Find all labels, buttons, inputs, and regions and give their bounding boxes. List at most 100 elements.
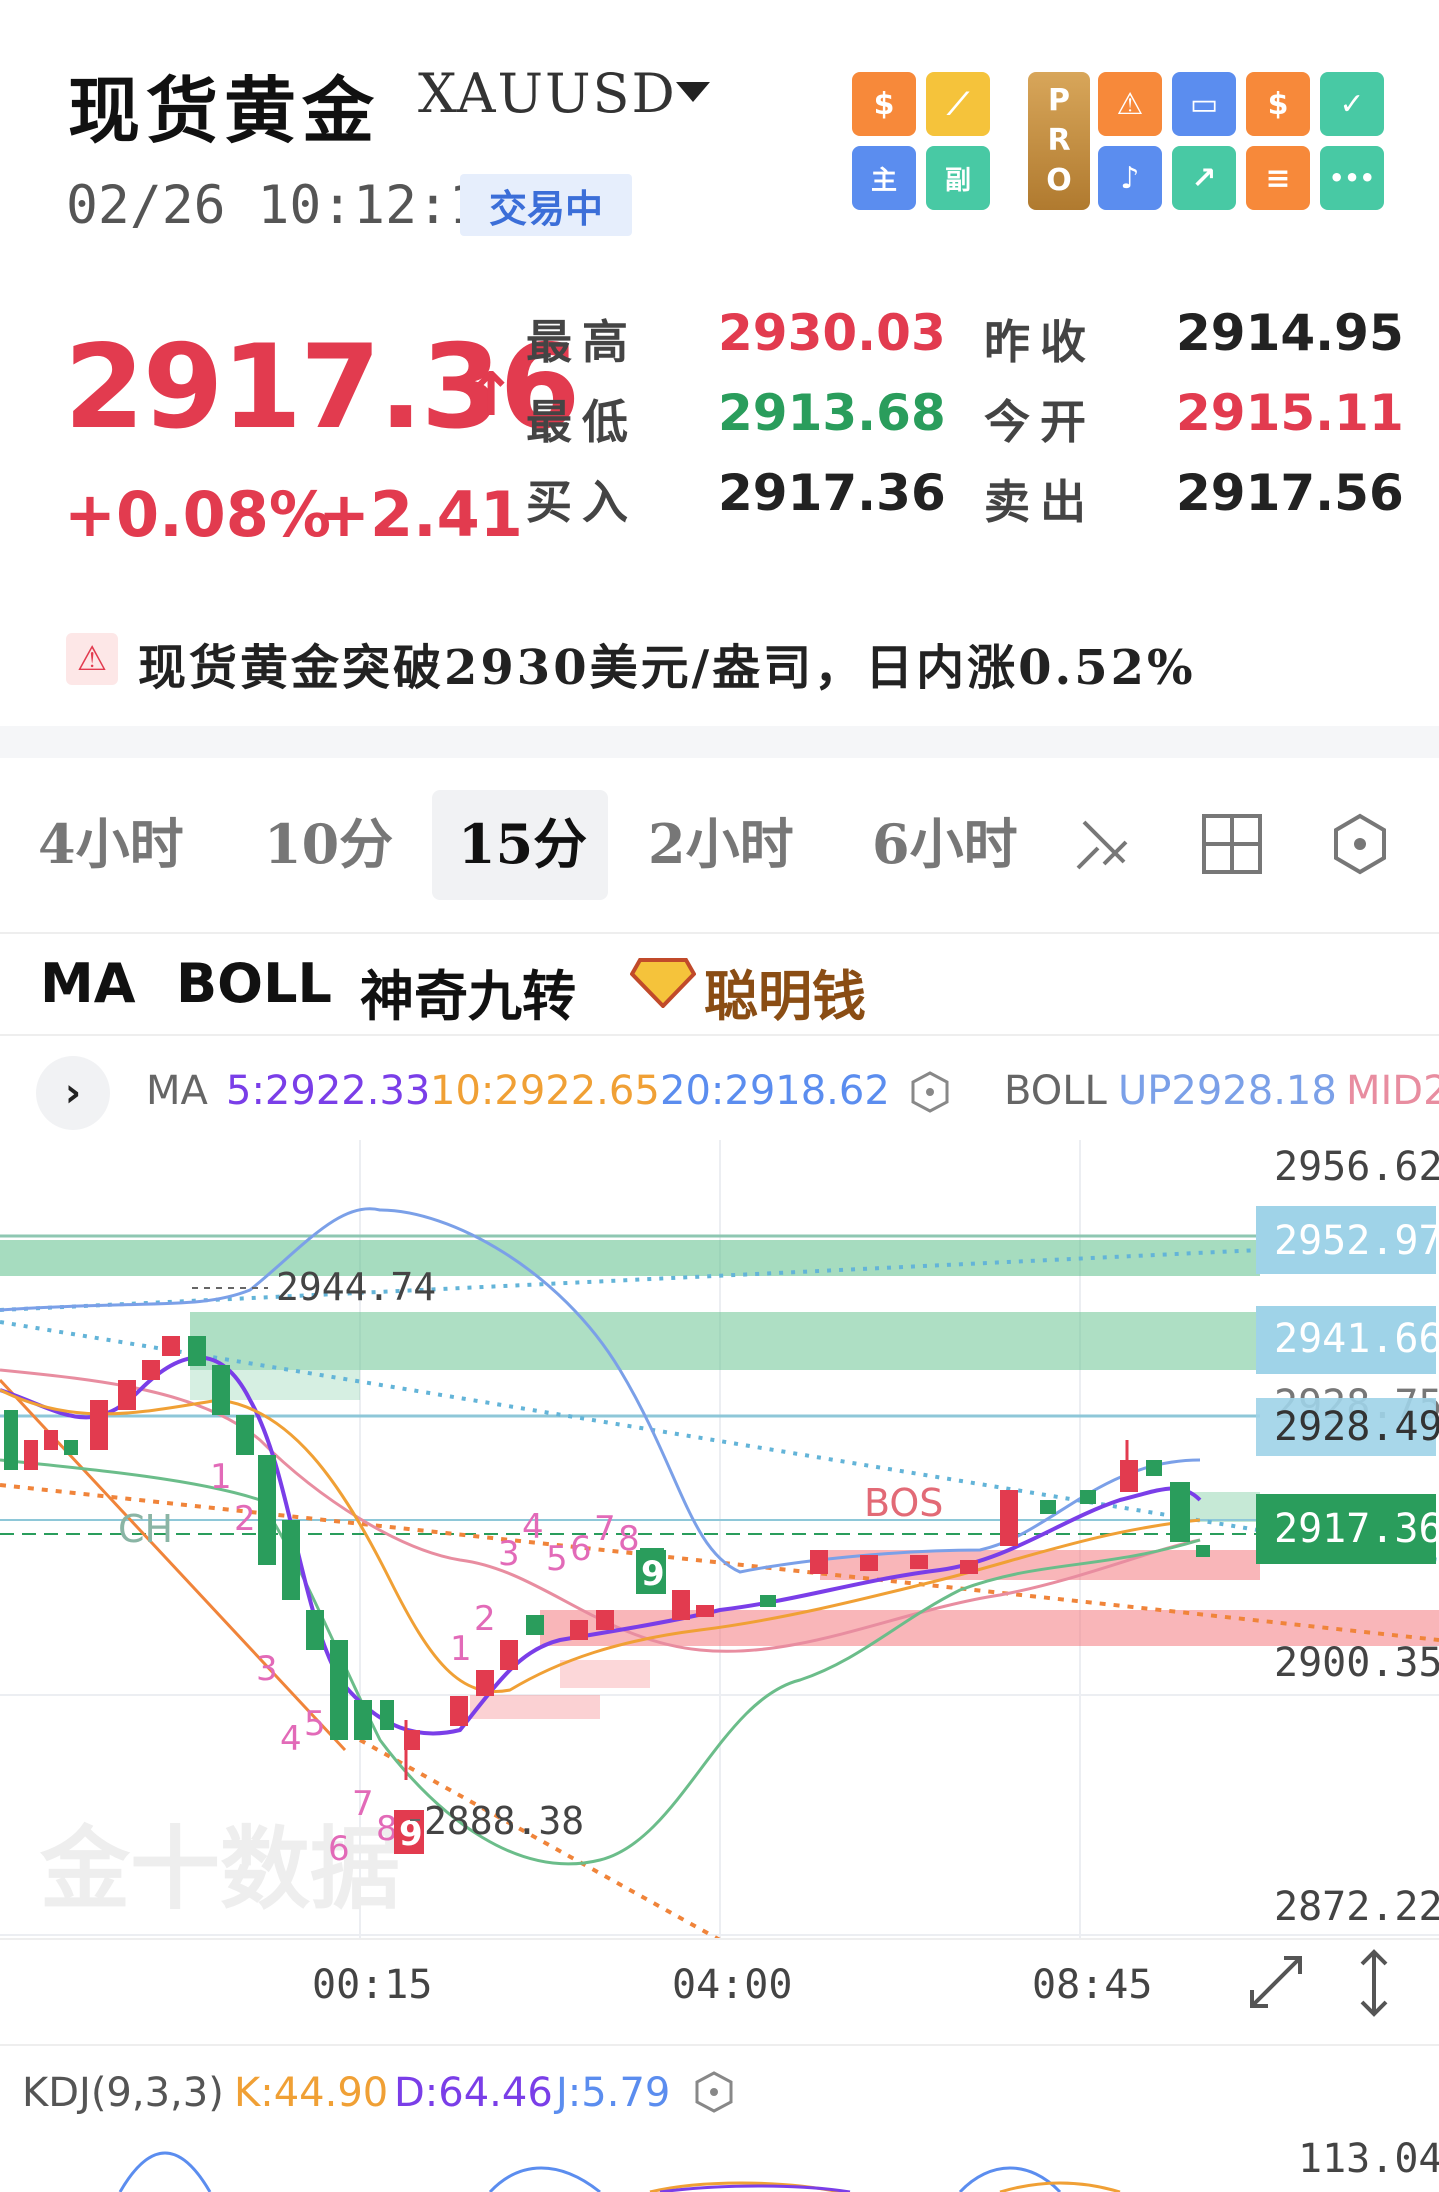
- more-icon[interactable]: •••: [1320, 146, 1384, 210]
- ma-settings-icon[interactable]: [908, 1070, 952, 1118]
- kline-chart[interactable]: 金十数据 1 2 3 4 5 6 7 8 1 2 3 4 5 6 7 8 9 9…: [0, 1140, 1439, 1940]
- stat-value-high: 2930.03: [718, 304, 946, 362]
- x-tick-0845: 08:45: [1032, 1962, 1153, 2008]
- nine-up-6: 6: [570, 1529, 592, 1569]
- nine-down-1: 1: [210, 1457, 232, 1497]
- line-draw-icon[interactable]: ⟋: [926, 72, 990, 136]
- change-percent: +0.08%: [64, 478, 332, 551]
- kdj-k: K:44.90: [234, 2070, 389, 2116]
- nine-up-9-badge: 9: [636, 1550, 666, 1594]
- stat-label-high: 最高: [526, 315, 638, 369]
- x-tick-0400: 04:00: [672, 1962, 793, 2008]
- indicator-boll[interactable]: BOLL: [176, 952, 332, 1015]
- tab-15m[interactable]: 15分: [458, 800, 587, 879]
- sub-chart-icon[interactable]: 副: [926, 146, 990, 210]
- draw-tool-icon[interactable]: [1068, 810, 1138, 884]
- nine-down-7: 7: [352, 1784, 374, 1824]
- news-headline[interactable]: 现货黄金突破2930美元/盎司，日内涨0.52%: [138, 628, 1196, 698]
- dollar-coin-icon[interactable]: $: [1246, 72, 1310, 136]
- tab-4h[interactable]: 4小时: [38, 800, 184, 879]
- level-tag-2928-49: 2928.49: [1256, 1398, 1439, 1456]
- stat-value-bid: 2917.36: [718, 464, 946, 522]
- fullscreen-icon[interactable]: [1244, 1950, 1308, 2018]
- tool-group-right: ⚠ ▭ $ ✓ ♪ ↗ ≡ •••: [1098, 72, 1384, 212]
- stat-value-low: 2913.68: [718, 384, 946, 442]
- nine-up-1: 1: [450, 1629, 472, 1669]
- low-annotation: 2888.38: [424, 1799, 584, 1843]
- current-price-tag-text: 2917.36: [1274, 1506, 1439, 1552]
- section-divider: [0, 726, 1439, 758]
- tab-2h[interactable]: 2小时: [648, 800, 794, 879]
- stat-label-low: 最低: [526, 395, 638, 449]
- ma5-value: 5:2922.33: [226, 1068, 431, 1114]
- stat-value-open: 2915.11: [1176, 384, 1404, 442]
- boll-up-value: UP2928.18: [1118, 1068, 1337, 1114]
- vertical-scale-icon[interactable]: [1352, 1948, 1396, 2022]
- pro-badge[interactable]: PRO: [1028, 72, 1090, 210]
- nine-up-7: 7: [594, 1509, 616, 1549]
- quote-time: 02/26 10:12:10: [66, 175, 513, 236]
- alarm-icon[interactable]: ⚠: [1098, 72, 1162, 136]
- indicator-smart-money[interactable]: 聪明钱: [704, 952, 866, 1031]
- main-chart-icon[interactable]: 主: [852, 146, 916, 210]
- boll-label: BOLL: [1004, 1068, 1107, 1114]
- dollar-icon[interactable]: $: [852, 72, 916, 136]
- divider: [0, 2044, 1439, 2046]
- kdj-settings-icon[interactable]: [692, 2070, 736, 2118]
- nine-down-2: 2: [234, 1499, 256, 1539]
- indicator-nine-turn[interactable]: 神奇九转: [360, 952, 576, 1031]
- nine-up-5: 5: [546, 1539, 568, 1579]
- toggle-icon[interactable]: ▭: [1172, 72, 1236, 136]
- ma-label: MA: [146, 1068, 208, 1114]
- supply-zones: [0, 1240, 1260, 1522]
- ch-label: CH: [118, 1507, 173, 1551]
- y-tick-mid: 2900.35: [1274, 1640, 1439, 1686]
- diamond-icon: [629, 958, 697, 1012]
- kdj-j: J:5.79: [556, 2070, 671, 2116]
- nine-up-2: 2: [474, 1599, 496, 1639]
- arrow-up-icon: ↑: [466, 360, 517, 430]
- kdj-j-line: [118, 2151, 1062, 2192]
- expand-chevron-button[interactable]: ›: [36, 1056, 110, 1130]
- ma10-value: 10:2922.65: [430, 1068, 660, 1114]
- boll-mid-value: MID2: [1346, 1068, 1439, 1114]
- bell-icon[interactable]: ♪: [1098, 146, 1162, 210]
- level-tag-2928-49-text: 2928.49: [1274, 1404, 1439, 1450]
- level-tag-2941-text: 2941.66: [1274, 1316, 1439, 1362]
- nine-down-6: 6: [328, 1829, 350, 1869]
- pro-letter-r: R: [1047, 123, 1071, 158]
- change-value: +2.41: [318, 478, 523, 551]
- indicator-ma[interactable]: MA: [40, 952, 136, 1015]
- nine-up-9: 9: [641, 1554, 665, 1594]
- pro-letter-o: O: [1046, 163, 1072, 198]
- level-tag-2952: 2952.97: [1256, 1206, 1439, 1274]
- nine-down-3: 3: [256, 1649, 278, 1689]
- y-tick-top: 2956.62: [1274, 1144, 1439, 1190]
- alarm-icon: ⚠: [66, 633, 118, 685]
- checklist-icon[interactable]: ✓: [1320, 72, 1384, 136]
- nine-down-5: 5: [304, 1704, 326, 1744]
- symbol-label[interactable]: XAUUSD: [418, 62, 677, 125]
- status-badge: 交易中: [460, 174, 632, 236]
- pro-letter-p: P: [1048, 83, 1070, 118]
- nine-down-9-badge: 9: [394, 1810, 424, 1854]
- kdj-chart: 113.04: [118, 2136, 1439, 2192]
- tab-6h[interactable]: 6小时: [872, 800, 1018, 879]
- settings-hex-icon[interactable]: [1328, 812, 1392, 880]
- nine-up-4: 4: [522, 1507, 544, 1547]
- level-tag-2941: 2941.66: [1256, 1306, 1439, 1374]
- tab-10m[interactable]: 10分: [264, 800, 393, 879]
- x-tick-0015: 00:15: [312, 1962, 433, 2008]
- chevron-down-icon[interactable]: [676, 82, 710, 102]
- kdj-label: KDJ(9,3,3): [22, 2070, 224, 2116]
- stat-label-bid: 买入: [526, 475, 638, 529]
- stat-value-prev-close: 2914.95: [1176, 304, 1404, 362]
- divider: [0, 1034, 1439, 1036]
- stat-label-ask: 卖出: [984, 475, 1096, 529]
- grid-layout-icon[interactable]: [1200, 812, 1264, 880]
- nine-up-3: 3: [498, 1534, 520, 1574]
- trend-icon[interactable]: ↗: [1172, 146, 1236, 210]
- ma20-value: 20:2918.62: [660, 1068, 890, 1114]
- list-icon[interactable]: ≡: [1246, 146, 1310, 210]
- high-annotation: 2944.74: [276, 1265, 436, 1309]
